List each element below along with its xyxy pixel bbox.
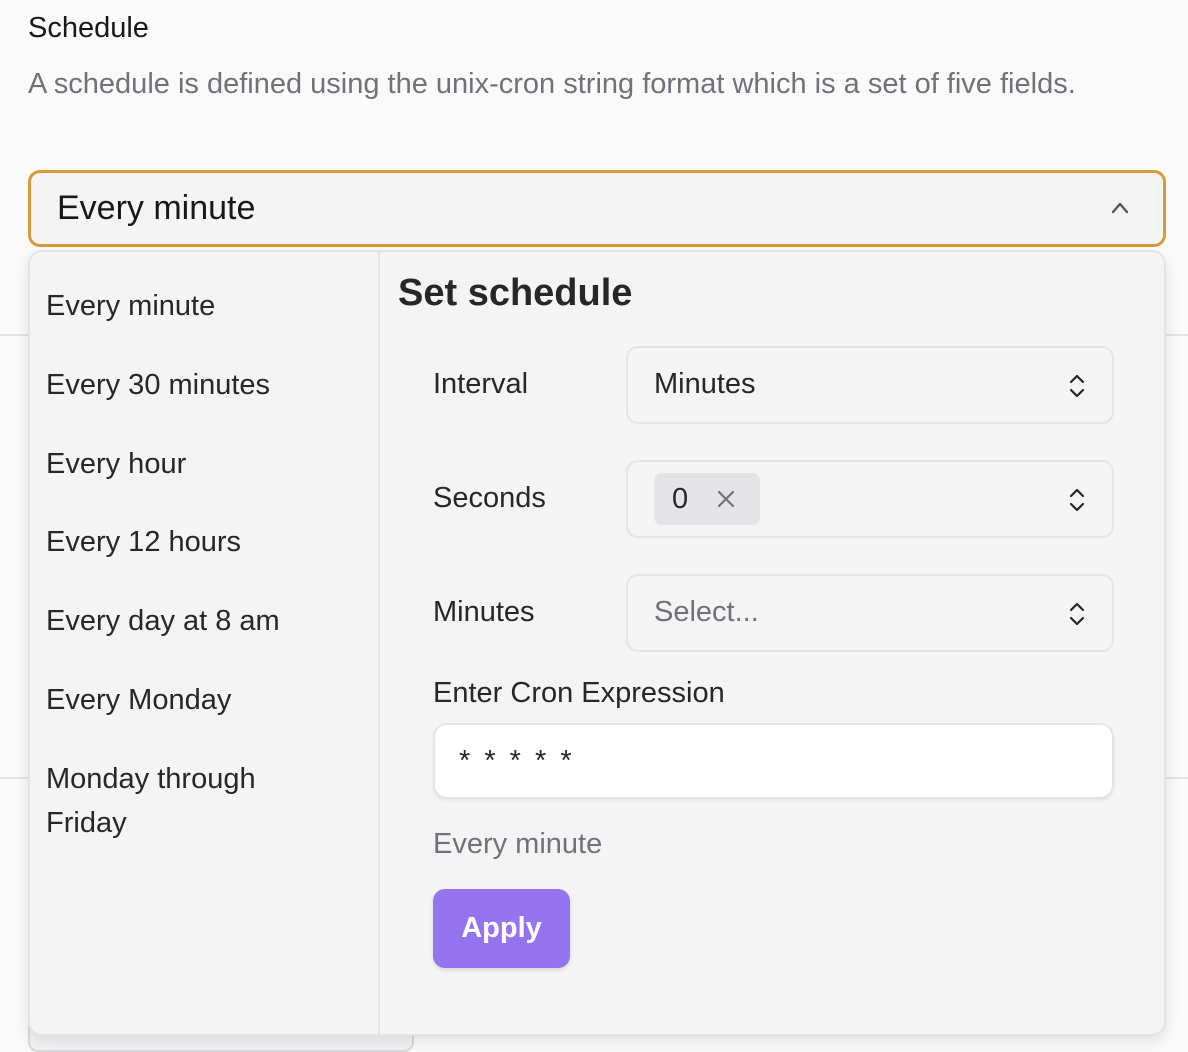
interval-value: Minutes	[654, 368, 756, 400]
apply-button[interactable]: Apply	[433, 889, 570, 968]
interval-select[interactable]: Minutes	[626, 346, 1114, 424]
interval-label: Interval	[433, 368, 529, 400]
chip-value: 0	[672, 483, 689, 515]
chevron-up-icon	[1111, 202, 1129, 214]
field-title: Schedule	[28, 12, 149, 44]
schedule-dropdown-panel: Every minute Every 30 minutes Every hour…	[28, 250, 1166, 1036]
seconds-label: Seconds	[433, 482, 546, 514]
chevron-up-down-icon	[1069, 374, 1085, 398]
schedule-editor: Set schedule Interval Minutes Seconds 0	[380, 252, 1164, 1034]
minutes-label: Minutes	[433, 596, 535, 628]
minutes-select[interactable]: Select...	[626, 574, 1114, 652]
preset-item[interactable]: Every 12 hours	[46, 520, 366, 564]
preset-list: Every minute Every 30 minutes Every hour…	[30, 252, 380, 1034]
chevron-up-down-icon	[1069, 488, 1085, 512]
chevron-up-down-icon	[1069, 602, 1085, 626]
selected-value: Every minute	[57, 189, 256, 227]
seconds-select[interactable]: 0	[626, 460, 1114, 538]
preset-item[interactable]: Every day at 8 am	[46, 599, 366, 643]
field-description: A schedule is defined using the unix-cro…	[28, 68, 1076, 100]
preset-item[interactable]: Every Monday	[46, 678, 366, 722]
cron-expression-input[interactable]	[433, 723, 1114, 799]
selected-chip: 0	[654, 473, 760, 525]
preset-item[interactable]: Every hour	[46, 442, 366, 486]
preset-item[interactable]: Every minute	[46, 284, 366, 328]
remove-chip-icon[interactable]	[716, 489, 736, 509]
preset-item[interactable]: Every 30 minutes	[46, 363, 366, 407]
cron-description: Every minute	[433, 828, 603, 860]
cron-label: Enter Cron Expression	[433, 677, 725, 709]
preset-item[interactable]: Monday through Friday	[46, 757, 296, 845]
minutes-placeholder: Select...	[654, 596, 759, 628]
editor-title: Set schedule	[398, 272, 633, 314]
schedule-select-trigger[interactable]: Every minute	[28, 170, 1166, 247]
